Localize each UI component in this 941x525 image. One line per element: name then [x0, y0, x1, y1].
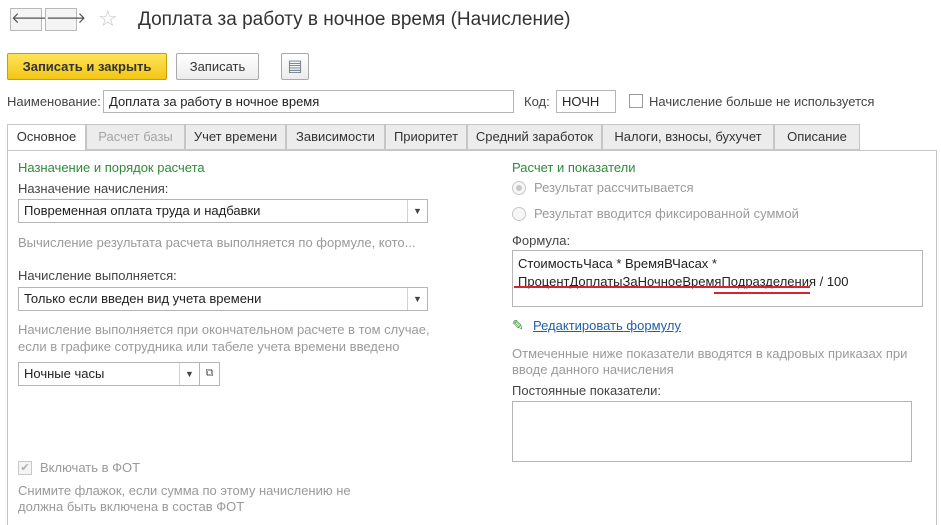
unused-checkbox[interactable] [629, 94, 643, 108]
formula-red-underline-short [714, 292, 810, 294]
save-button[interactable]: Записать [176, 53, 259, 80]
tab-base-calculation[interactable]: Расчет базы [86, 124, 185, 150]
formula-textarea[interactable]: СтоимостьЧаса * ВремяВЧасах * ПроцентДоп… [512, 250, 923, 307]
report-button[interactable]: ▤ [281, 53, 309, 80]
purpose-select[interactable]: Повременная оплата труда и надбавки ▼ [18, 199, 428, 223]
radio-result-fixed-label: Результат вводится фиксированной суммой [534, 206, 799, 221]
tab-time-accounting[interactable]: Учет времени [185, 124, 286, 150]
tab-dependencies[interactable]: Зависимости [286, 124, 385, 150]
radio-result-fixed[interactable] [512, 207, 526, 221]
fot-hint-line2: должна быть включена в состав ФОТ [18, 499, 245, 514]
tab-main[interactable]: Основное [7, 124, 86, 151]
performed-hint-line2: если в графике сотрудника или табеле уче… [18, 339, 400, 354]
tab-priority[interactable]: Приоритет [385, 124, 467, 150]
radio-result-calculated-label: Результат рассчитывается [534, 180, 694, 195]
performed-select-value: Только если введен вид учета времени [24, 291, 262, 306]
formula-line1: СтоимостьЧаса * ВремяВЧасах * [518, 256, 717, 271]
formula-line2: ПроцентДоплатыЗаНочноеВремяПодразделения… [518, 274, 849, 289]
tab-average-earnings[interactable]: Средний заработок [467, 124, 602, 150]
formula-red-underline [514, 286, 810, 288]
performed-label: Начисление выполняется: [18, 268, 177, 283]
edit-formula-link[interactable]: Редактировать формулу [533, 318, 681, 333]
calculation-section-title: Расчет и показатели [512, 160, 636, 175]
constant-indicators-list[interactable] [512, 401, 912, 462]
purpose-select-value: Повременная оплата труда и надбавки [24, 203, 261, 218]
code-label: Код: [524, 94, 550, 109]
constant-indicators-label: Постоянные показатели: [512, 383, 661, 398]
purpose-hint: Вычисление результата расчета выполняетс… [18, 235, 416, 250]
open-icon[interactable]: ⧉ [199, 362, 220, 386]
page-title: Доплата за работу в ночное время (Начисл… [138, 9, 571, 30]
radio-result-calculated[interactable] [512, 181, 526, 195]
time-type-select[interactable]: Ночные часы ▼ [18, 362, 200, 386]
purpose-label: Назначение начисления: [18, 181, 169, 196]
name-input[interactable]: Доплата за работу в ночное время [103, 90, 514, 113]
chevron-down-icon[interactable]: ▼ [407, 200, 427, 222]
fot-hint-line1: Снимите флажок, если сумма по этому начи… [18, 483, 351, 498]
report-list-icon: ▤ [287, 58, 303, 75]
performed-hint-line1: Начисление выполняется при окончательном… [18, 322, 430, 337]
chevron-down-icon[interactable]: ▼ [179, 363, 199, 385]
unused-label: Начисление больше не используется [649, 94, 875, 109]
time-type-select-value: Ночные часы [24, 366, 105, 381]
back-button[interactable]: 🡐 [10, 8, 51, 31]
performed-select[interactable]: Только если введен вид учета времени ▼ [18, 287, 428, 311]
code-input[interactable]: НОЧН [556, 90, 616, 113]
indicators-hint-line2: вводе данного начисления [512, 362, 674, 377]
pencil-icon: ✎ [512, 317, 524, 333]
fot-label: Включать в ФОТ [40, 460, 141, 475]
name-label: Наименование: [7, 94, 101, 109]
tab-description[interactable]: Описание [774, 124, 860, 150]
chevron-down-icon[interactable]: ▼ [407, 288, 427, 310]
arrow-right-icon: 🡒 [46, 10, 87, 27]
favorite-star-icon[interactable]: ☆ [98, 7, 118, 31]
forward-button[interactable]: 🡒 [45, 8, 86, 31]
formula-label: Формула: [512, 233, 571, 248]
fot-checkbox[interactable]: ✔ [18, 461, 32, 475]
save-and-close-button[interactable]: Записать и закрыть [7, 53, 167, 80]
tab-taxes[interactable]: Налоги, взносы, бухучет [602, 124, 774, 150]
purpose-section-title: Назначение и порядок расчета [18, 160, 205, 175]
indicators-hint-line1: Отмеченные ниже показатели вводятся в ка… [512, 346, 908, 361]
